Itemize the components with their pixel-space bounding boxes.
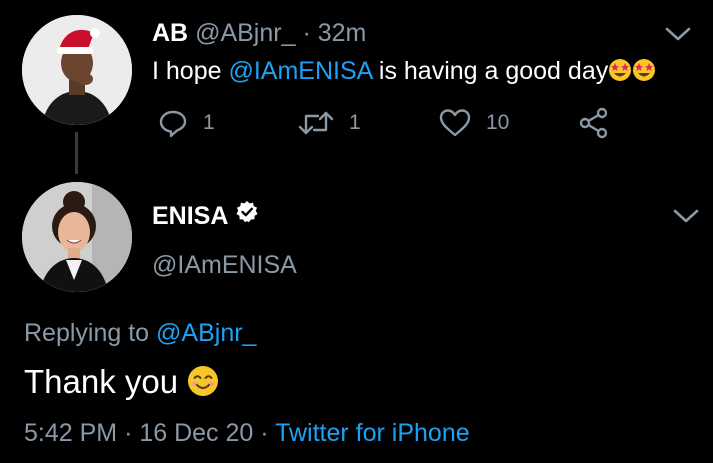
- tweet-text-before: I hope: [152, 57, 229, 85]
- reply-author-handle[interactable]: @IAmENISA: [152, 250, 297, 280]
- retweet-count: 1: [349, 111, 361, 134]
- meta-separator-1: ·: [124, 419, 133, 447]
- source-link[interactable]: Twitter for iPhone: [275, 419, 470, 447]
- reply-text: Thank you: [24, 360, 219, 408]
- author-handle[interactable]: @ABjnr_: [195, 19, 295, 47]
- reply-count: 1: [203, 111, 215, 134]
- like-button[interactable]: 10: [438, 105, 509, 141]
- author-name[interactable]: AB: [152, 19, 188, 47]
- avatar-ab-image: [22, 15, 132, 125]
- reply-icon: [159, 110, 187, 138]
- like-count: 10: [486, 111, 510, 134]
- avatar-enisa-image: [22, 182, 132, 292]
- reply-date: 16 Dec 20: [139, 419, 254, 447]
- tweet-header: AB @ABjnr_ · 32m: [152, 18, 366, 48]
- retweet-icon: [298, 111, 334, 135]
- reply-meta: 5:42 PM · 16 Dec 20 · Twitter for iPhone: [24, 418, 470, 448]
- header-separator: ·: [302, 19, 311, 47]
- reply-author-name[interactable]: ENISA: [152, 201, 228, 231]
- retweet-button[interactable]: 1: [297, 105, 361, 141]
- reply-button[interactable]: 1: [157, 105, 215, 141]
- chevron-down-icon[interactable]: [672, 207, 700, 225]
- heart-icon: [439, 109, 471, 137]
- verified-badge-icon: [235, 200, 259, 231]
- reply-author-row: ENISA: [152, 200, 259, 231]
- star-struck-emoji: [608, 58, 656, 90]
- reply-time: 5:42 PM: [24, 419, 118, 447]
- avatar-enisa[interactable]: [22, 182, 132, 292]
- share-icon: [579, 107, 608, 139]
- share-button[interactable]: [578, 105, 610, 141]
- smiling-face-emoji: [187, 364, 219, 408]
- thread-line: [75, 132, 78, 174]
- reply-text-body: Thank you: [24, 363, 188, 400]
- timestamp[interactable]: 32m: [318, 19, 367, 47]
- replying-to: Replying to @ABjnr_: [24, 318, 256, 348]
- avatar-ab[interactable]: [22, 15, 132, 125]
- tweet-text: I hope @IAmENISA is having a good day: [152, 55, 656, 90]
- meta-separator-2: ·: [260, 419, 269, 447]
- replying-prefix: Replying to: [24, 319, 157, 347]
- chevron-down-icon[interactable]: [664, 25, 692, 43]
- tweet-text-after: is having a good day: [371, 57, 609, 85]
- replying-handle-link[interactable]: @ABjnr_: [156, 319, 256, 347]
- mention-link[interactable]: @IAmENISA: [228, 57, 371, 85]
